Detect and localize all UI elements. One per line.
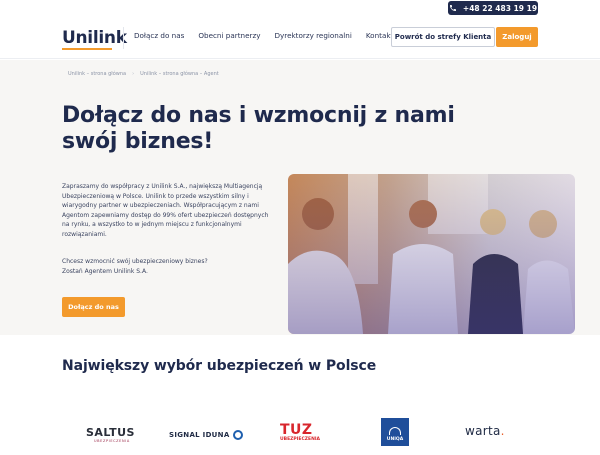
breadcrumb-home[interactable]: Unilink – strona główna	[68, 71, 126, 77]
logo-underline	[62, 48, 112, 50]
main-nav: Dołącz do nas Obecni partnerzy Dyrektorz…	[134, 31, 393, 40]
signal-iduna-ring-icon	[232, 430, 243, 440]
unilink-logo[interactable]: Unilink	[62, 28, 127, 48]
hero-invitation: Zostań Agentem Unilink S.A.	[62, 267, 148, 275]
login-button[interactable]: Zaloguj	[496, 27, 538, 47]
join-us-button[interactable]: Dołącz do nas	[62, 297, 125, 317]
hero-paragraph: Zapraszamy do współpracy z Unilink S.A.,…	[62, 183, 269, 238]
partners-section-title: Największy wybór ubezpieczeń w Polsce	[62, 358, 377, 374]
signal-iduna-name: SIGNAL IDUNA	[169, 431, 230, 439]
top-bar: +48 22 483 19 19	[0, 0, 600, 17]
page-title: Dołącz do nas i wzmocnij z nami swój biz…	[62, 103, 455, 154]
team-photo	[288, 174, 575, 334]
phone-contact[interactable]: +48 22 483 19 19	[448, 1, 538, 15]
nav-regional-directors[interactable]: Dyrektorzy regionalni	[274, 31, 351, 40]
uniqa-logo: UNIQA	[381, 418, 409, 446]
hero-question: Chcesz wzmocnić swój ubezpieczeniowy biz…	[62, 258, 208, 265]
nav-divider	[123, 27, 124, 49]
site-header: Unilink Dołącz do nas Obecni partnerzy D…	[0, 17, 600, 59]
warta-name: warta	[465, 424, 501, 438]
hero-cta-text: Chcesz wzmocnić swój ubezpieczeniowy biz…	[62, 257, 270, 276]
tuz-logo-sub: UBEZPIECZENIA	[280, 437, 321, 442]
warta-dot: .	[500, 424, 505, 438]
phone-number: +48 22 483 19 19	[462, 3, 538, 13]
phone-icon	[449, 5, 456, 11]
uniqa-mark-icon	[389, 427, 401, 435]
nav-contact[interactable]: Kontakt	[366, 31, 394, 40]
breadcrumb: Unilink – strona główna › Unilink – stro…	[68, 71, 219, 77]
saltus-logo: SALTUS	[86, 426, 135, 439]
nav-join-us[interactable]: Dołącz do nas	[134, 31, 184, 40]
saltus-logo-sub: UBEZPIECZENIA	[94, 439, 130, 443]
partner-logos: SALTUS UBEZPIECZENIA SIGNAL IDUNA TUZ UB…	[0, 410, 600, 455]
team-photo-illustration	[288, 174, 575, 334]
tuz-logo: TUZ	[280, 422, 313, 438]
client-zone-button[interactable]: Powrót do strefy Klienta	[391, 27, 495, 47]
nav-current-partners[interactable]: Obecni partnerzy	[198, 31, 260, 40]
uniqa-name: UNIQA	[386, 437, 404, 442]
breadcrumb-current: Unilink – strona główna – Agent	[140, 71, 219, 77]
signal-iduna-logo: SIGNAL IDUNA	[169, 430, 243, 440]
warta-logo: warta.	[465, 424, 505, 438]
breadcrumb-separator: ›	[132, 71, 135, 77]
